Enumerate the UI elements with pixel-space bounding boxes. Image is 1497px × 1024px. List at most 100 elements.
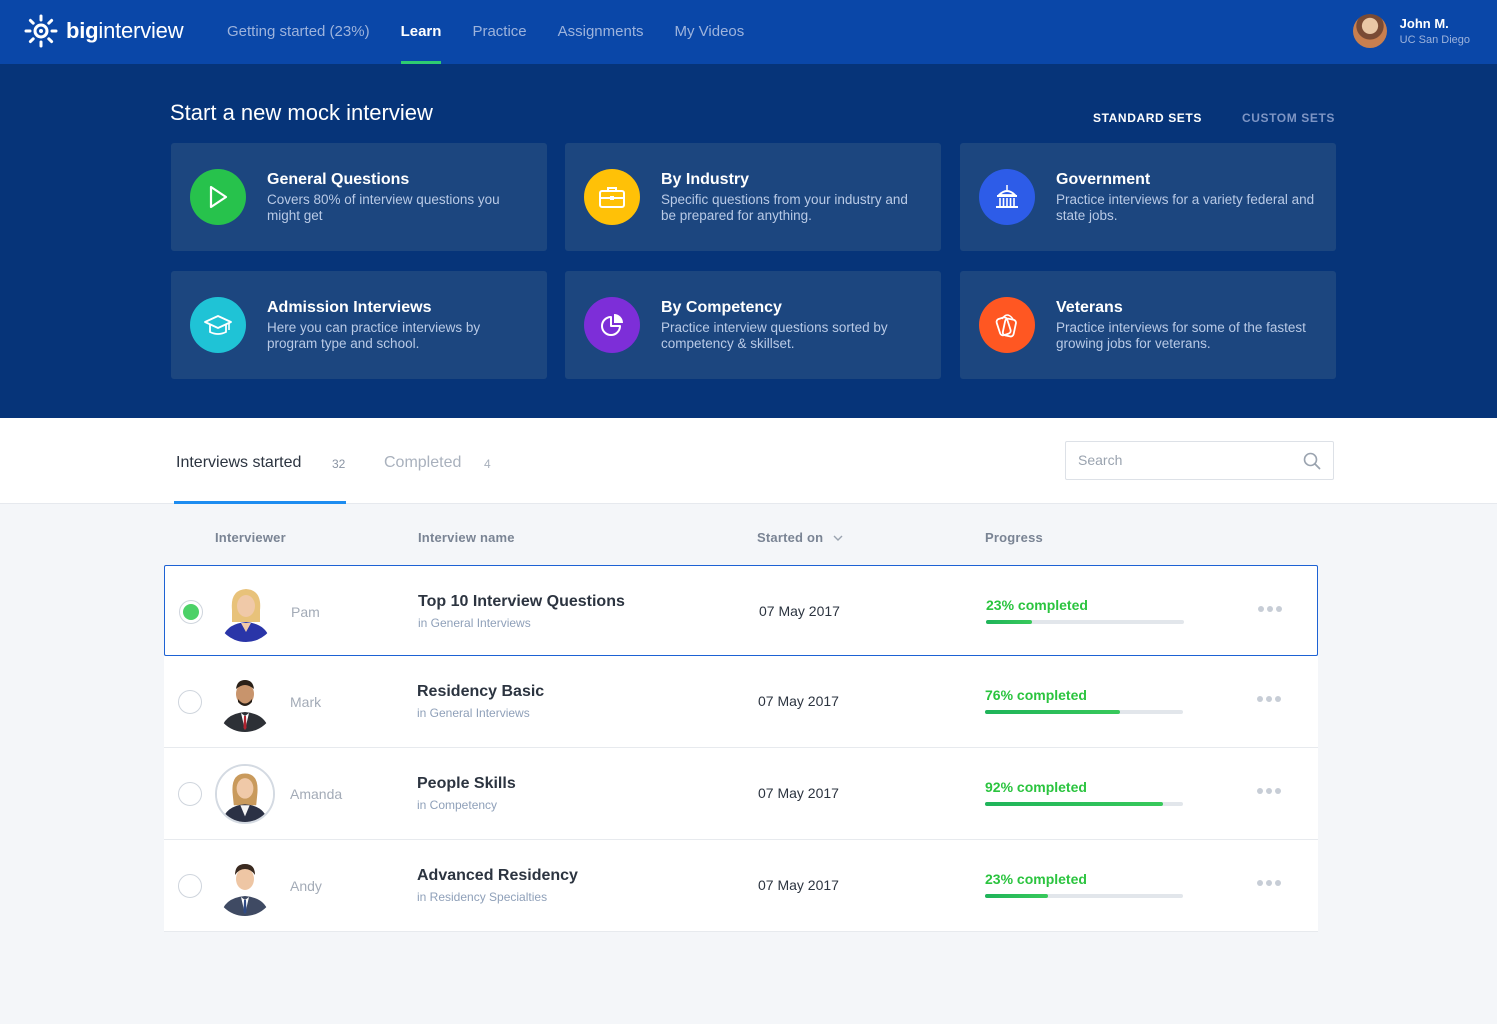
interviews-table: Pam Top 10 Interview Questions in Genera… bbox=[164, 565, 1318, 932]
interviewer-name: Amanda bbox=[290, 786, 343, 802]
more-options-icon[interactable] bbox=[1257, 880, 1284, 886]
card-general-questions[interactable]: General Questions Covers 80% of intervie… bbox=[171, 143, 547, 251]
column-header-label: Started on bbox=[757, 530, 824, 545]
interview-name[interactable]: Advanced Residency bbox=[417, 867, 578, 885]
started-on-date: 07 May 2017 bbox=[758, 785, 839, 801]
table-row[interactable]: Amanda People Skills in Competency 07 Ma… bbox=[164, 748, 1318, 840]
card-title: Veterans bbox=[1056, 299, 1123, 316]
card-veterans[interactable]: Veterans Practice interviews for some of… bbox=[960, 271, 1336, 379]
card-by-industry[interactable]: By Industry Specific questions from your… bbox=[565, 143, 941, 251]
progress-label: 92% completed bbox=[985, 779, 1087, 795]
card-title: Government bbox=[1056, 171, 1151, 188]
capitol-icon bbox=[979, 169, 1035, 225]
interview-name[interactable]: Residency Basic bbox=[417, 683, 544, 701]
tab-standard-sets[interactable]: STANDARD SETS bbox=[1093, 111, 1202, 125]
progress-bar bbox=[985, 894, 1183, 898]
card-title: General Questions bbox=[267, 171, 410, 188]
nav-my-videos[interactable]: My Videos bbox=[675, 0, 745, 64]
play-icon bbox=[190, 169, 246, 225]
interviewer-name: Mark bbox=[290, 694, 322, 710]
more-options-icon[interactable] bbox=[1257, 788, 1284, 794]
progress-label: 23% completed bbox=[986, 597, 1088, 613]
started-on-date: 07 May 2017 bbox=[758, 693, 839, 709]
nav-assignments[interactable]: Assignments bbox=[558, 0, 644, 64]
user-organization: UC San Diego bbox=[1399, 34, 1470, 46]
avatar bbox=[216, 582, 276, 642]
card-by-competency[interactable]: By Competency Practice interview questio… bbox=[565, 271, 941, 379]
card-title: By Competency bbox=[661, 299, 782, 316]
search-input[interactable] bbox=[1078, 452, 1298, 468]
search-box bbox=[1065, 441, 1334, 480]
card-description: Specific questions from your industry an… bbox=[661, 192, 908, 223]
brand-wordmark: biginterview bbox=[66, 18, 184, 43]
section-title: Start a new mock interview bbox=[170, 100, 433, 125]
progress-bar-fill bbox=[985, 710, 1120, 714]
card-description: Practice interviews for a variety federa… bbox=[1056, 192, 1315, 223]
progress-bar-fill bbox=[985, 802, 1164, 806]
tab-label: Interviews started bbox=[176, 454, 302, 471]
avatar bbox=[215, 672, 275, 732]
table-row[interactable]: Andy Advanced Residency in Residency Spe… bbox=[164, 840, 1318, 932]
tab-count-badge: 4 bbox=[484, 457, 491, 471]
interviewer-name: Pam bbox=[291, 604, 320, 620]
row-select-radio[interactable] bbox=[178, 782, 202, 806]
card-description: Practice interviews for some of the fast… bbox=[1056, 320, 1306, 351]
user-avatar bbox=[1352, 14, 1387, 48]
column-header-interviewer[interactable]: Interviewer bbox=[215, 530, 286, 545]
graduation-cap-icon bbox=[190, 297, 246, 353]
column-header-interview-name[interactable]: Interview name bbox=[418, 530, 515, 545]
progress-bar-fill bbox=[985, 894, 1049, 898]
dog-tags-icon bbox=[979, 297, 1035, 353]
table-row[interactable]: Mark Residency Basic in General Intervie… bbox=[164, 656, 1318, 748]
interview-category: in Competency bbox=[417, 798, 498, 812]
table-row[interactable]: Pam Top 10 Interview Questions in Genera… bbox=[164, 565, 1318, 656]
interview-category: in General Interviews bbox=[418, 616, 531, 630]
nav-getting-started[interactable]: Getting started (23%) bbox=[227, 0, 370, 64]
interview-tabs-bar: Interviews started 32 Completed 4 bbox=[0, 418, 1497, 504]
progress-label: 23% completed bbox=[985, 871, 1087, 887]
main-nav: Getting started (23%) Learn Practice Ass… bbox=[227, 0, 775, 64]
tab-count-badge: 32 bbox=[332, 457, 346, 471]
search-icon[interactable] bbox=[1303, 452, 1321, 470]
card-title: By Industry bbox=[661, 171, 750, 188]
avatar bbox=[215, 764, 275, 824]
row-select-radio[interactable] bbox=[179, 600, 203, 624]
chevron-down-icon bbox=[833, 535, 843, 541]
interview-name[interactable]: Top 10 Interview Questions bbox=[418, 593, 625, 611]
progress-bar bbox=[985, 710, 1183, 714]
row-select-radio[interactable] bbox=[178, 690, 202, 714]
more-options-icon[interactable] bbox=[1258, 606, 1285, 612]
top-navigation-bar: biginterview Getting started (23%) Learn… bbox=[0, 0, 1497, 64]
card-description: Here you can practice interviews by prog… bbox=[267, 320, 481, 351]
progress-bar bbox=[985, 802, 1183, 806]
briefcase-icon bbox=[584, 169, 640, 225]
avatar bbox=[215, 856, 275, 916]
card-description: Covers 80% of interview questions you mi… bbox=[267, 192, 500, 223]
tab-interviews-started[interactable]: Interviews started 32 bbox=[174, 418, 346, 504]
more-options-icon[interactable] bbox=[1257, 696, 1284, 702]
set-type-tabs: STANDARD SETS CUSTOM SETS bbox=[1053, 111, 1335, 125]
user-menu[interactable]: John M. UC San Diego bbox=[1352, 14, 1470, 48]
started-on-date: 07 May 2017 bbox=[759, 603, 840, 619]
tab-custom-sets[interactable]: CUSTOM SETS bbox=[1242, 111, 1335, 125]
interviewer-name: Andy bbox=[290, 878, 322, 894]
progress-bar-fill bbox=[986, 620, 1032, 624]
column-header-progress[interactable]: Progress bbox=[985, 530, 1043, 545]
interview-category: in Residency Specialties bbox=[417, 890, 548, 904]
interview-name[interactable]: People Skills bbox=[417, 775, 516, 793]
tab-completed[interactable]: Completed 4 bbox=[384, 418, 504, 504]
sun-logo-icon bbox=[24, 14, 58, 48]
interview-category: in General Interviews bbox=[417, 706, 530, 720]
brand-logo[interactable]: biginterview bbox=[24, 14, 184, 48]
table-header: Interviewer Interview name Started on Pr… bbox=[0, 530, 1497, 548]
column-header-started-on[interactable]: Started on bbox=[757, 530, 843, 545]
progress-bar bbox=[986, 620, 1184, 624]
row-select-radio[interactable] bbox=[178, 874, 202, 898]
nav-practice[interactable]: Practice bbox=[472, 0, 526, 64]
card-government[interactable]: Government Practice interviews for a var… bbox=[960, 143, 1336, 251]
card-description: Practice interview questions sorted by c… bbox=[661, 320, 888, 351]
started-on-date: 07 May 2017 bbox=[758, 877, 839, 893]
nav-learn[interactable]: Learn bbox=[400, 0, 441, 64]
progress-label: 76% completed bbox=[985, 687, 1087, 703]
card-admission-interviews[interactable]: Admission Interviews Here you can practi… bbox=[171, 271, 547, 379]
